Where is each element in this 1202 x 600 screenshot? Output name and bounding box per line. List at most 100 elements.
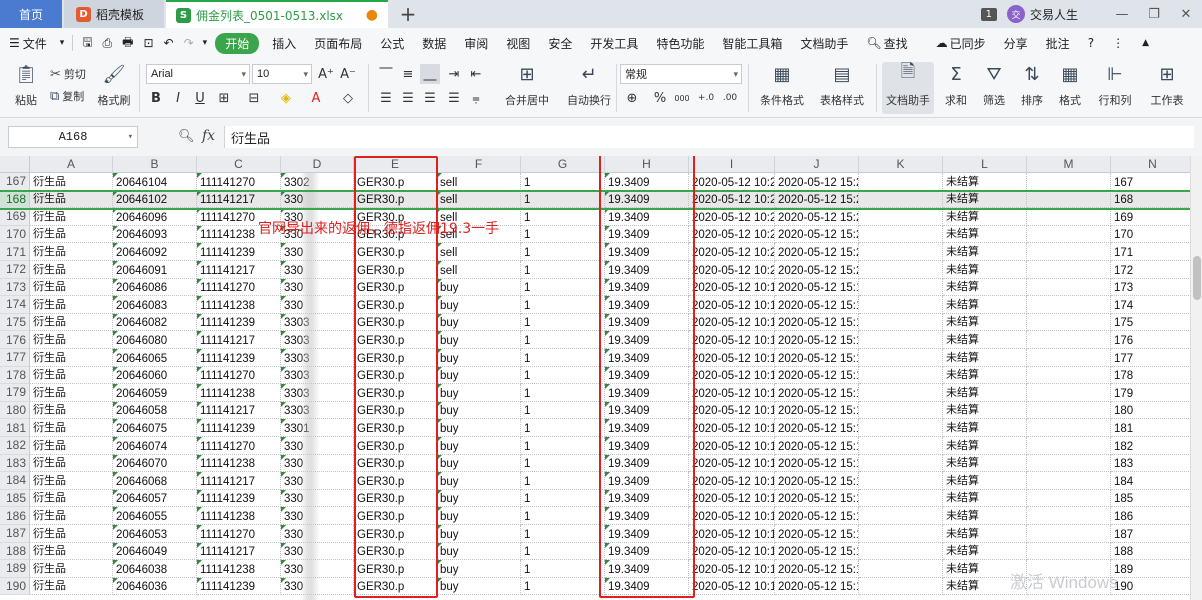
conditional-format-button[interactable]: ▦ 条件格式 [754,62,810,108]
cell-f[interactable]: buy [437,313,521,332]
menu-smart-toolbox[interactable]: 智能工具箱 [713,35,791,52]
cell-k[interactable] [859,525,943,543]
menu-doc-assistant[interactable]: 文档助手 [791,35,857,52]
cell-g[interactable]: 1 [521,208,605,226]
cell-n[interactable]: 179 [1111,384,1190,402]
share-button[interactable]: 分享 [995,35,1037,52]
cell-g[interactable]: 1 [521,261,605,279]
row-header[interactable]: 189 [0,560,30,578]
cell-k[interactable] [859,173,943,191]
cell-a[interactable]: 衍生品 [30,190,113,209]
cell-i[interactable]: 2020-05-12 10:17 [689,489,775,508]
menu-data[interactable]: 数据 [413,35,455,52]
wrap-text-button[interactable]: ↵ 自动换行 [560,62,618,108]
column-header-l[interactable]: L [943,156,1027,173]
cell-i[interactable]: 2020-05-12 10:17 [689,525,775,543]
cell-k[interactable] [859,489,943,508]
cell-g[interactable]: 1 [521,225,605,244]
cell-c[interactable]: 111141270 [197,437,281,455]
sum-button[interactable]: Σ 求和 [940,62,972,108]
cell-a[interactable]: 衍生品 [30,296,113,314]
cell-m[interactable] [1027,261,1111,279]
cell-n[interactable]: 174 [1111,296,1190,314]
save-icon[interactable]: 🖫 [77,33,97,54]
cell-n[interactable]: 168 [1111,190,1190,209]
column-header-j[interactable]: J [775,156,859,173]
row-header[interactable]: 168 [0,190,30,209]
row-header[interactable]: 172 [0,261,30,279]
column-header-b[interactable]: B [113,156,197,173]
spreadsheet-grid[interactable]: ABCDEFGHIJKLMN 167 衍生品 20646104 111141270 33… [0,156,1190,600]
column-header-g[interactable]: G [521,156,605,173]
align-left-icon[interactable]: ☰ [376,88,396,108]
column-header-i[interactable]: I [689,156,775,173]
cell-f[interactable]: buy [437,542,521,561]
quick-access-dropdown-icon[interactable]: ▾ [199,38,212,48]
cell-m[interactable] [1027,542,1111,561]
cell-l[interactable]: 未结算 [943,525,1027,543]
cell-n[interactable]: 184 [1111,472,1190,490]
cell-n[interactable]: 187 [1111,525,1190,543]
cut-button[interactable]: ✂ 剪切 [50,66,86,82]
cell-n[interactable]: 180 [1111,402,1190,420]
cell-i[interactable]: 2020-05-12 10:15 [689,331,775,349]
cell-n[interactable]: 176 [1111,331,1190,349]
cell-a[interactable]: 衍生品 [30,278,113,297]
cell-l[interactable]: 未结算 [943,243,1027,261]
cell-g[interactable]: 1 [521,366,605,385]
row-header[interactable]: 183 [0,454,30,473]
cell-a[interactable]: 衍生品 [30,507,113,525]
vertical-scrollbar[interactable] [1190,156,1202,600]
cell-n[interactable]: 169 [1111,208,1190,226]
cell-a[interactable]: 衍生品 [30,489,113,508]
cell-b[interactable]: 20646082 [113,313,197,332]
cell-f[interactable]: buy [437,454,521,473]
cell-g[interactable]: 1 [521,190,605,209]
cell-j[interactable]: 2020-05-12 15:19:00 [775,401,859,420]
cell-f[interactable]: buy [437,331,521,349]
cell-k[interactable] [859,384,943,402]
rows-cols-button[interactable]: ⊩ 行和列 [1094,62,1136,108]
sync-label[interactable]: 已同步 [948,35,995,52]
cell-a[interactable]: 衍生品 [30,542,113,561]
cell-l[interactable]: 未结算 [943,419,1027,437]
cell-n[interactable]: 189 [1111,560,1190,578]
font-name-select[interactable]: Arial ▾ [146,64,250,84]
avatar[interactable]: 交 [1006,5,1025,23]
row-header[interactable]: 169 [0,208,30,226]
italic-icon[interactable]: I [168,88,188,108]
column-header-n[interactable]: N [1111,156,1190,173]
cell-f[interactable]: sell [437,243,521,261]
cell-b[interactable]: 20646075 [113,419,197,437]
cell-k[interactable] [859,208,943,226]
cell-l[interactable]: 未结算 [943,437,1027,455]
cell-m[interactable] [1027,366,1111,385]
cell-a[interactable]: 衍生品 [30,419,113,437]
row-header[interactable]: 167 [0,173,30,191]
format-button[interactable]: ▦ 格式 [1054,62,1086,108]
cell-k[interactable] [859,419,943,437]
cell-f[interactable]: buy [437,577,521,596]
cell-m[interactable] [1027,331,1111,349]
cell-f[interactable]: buy [437,472,521,490]
more-icon[interactable]: ⋮ [1103,36,1133,50]
cell-i[interactable]: 2020-05-12 10:20 [689,225,775,244]
cell-k[interactable] [859,560,943,578]
formula-input[interactable] [224,126,1194,148]
cell-g[interactable]: 1 [521,507,605,525]
filter-button[interactable]: ⛛ 筛选 [978,62,1010,108]
cell-n[interactable]: 172 [1111,261,1190,279]
cell-f[interactable]: buy [437,349,521,367]
cell-n[interactable]: 186 [1111,507,1190,525]
cell-c[interactable]: 111141239 [197,419,281,437]
cell-m[interactable] [1027,454,1111,473]
outdent-icon[interactable]: ⇤ [466,64,486,84]
cell-l[interactable]: 未结算 [943,489,1027,508]
cell-j[interactable]: 2020-05-12 15:21:00 [775,261,859,279]
cell-j[interactable]: 2020-05-12 15:21:00 [775,225,859,244]
cell-b[interactable]: 20646057 [113,489,197,508]
doc-helper-button[interactable]: 🗎︎ 文档助手 [882,61,934,114]
tab-spreadsheet-file[interactable]: S 佣金列表_0501-0513.xlsx ● [166,0,388,28]
cell-g[interactable]: 1 [521,437,605,455]
cell-i[interactable]: 2020-05-12 10:20 [689,173,775,191]
